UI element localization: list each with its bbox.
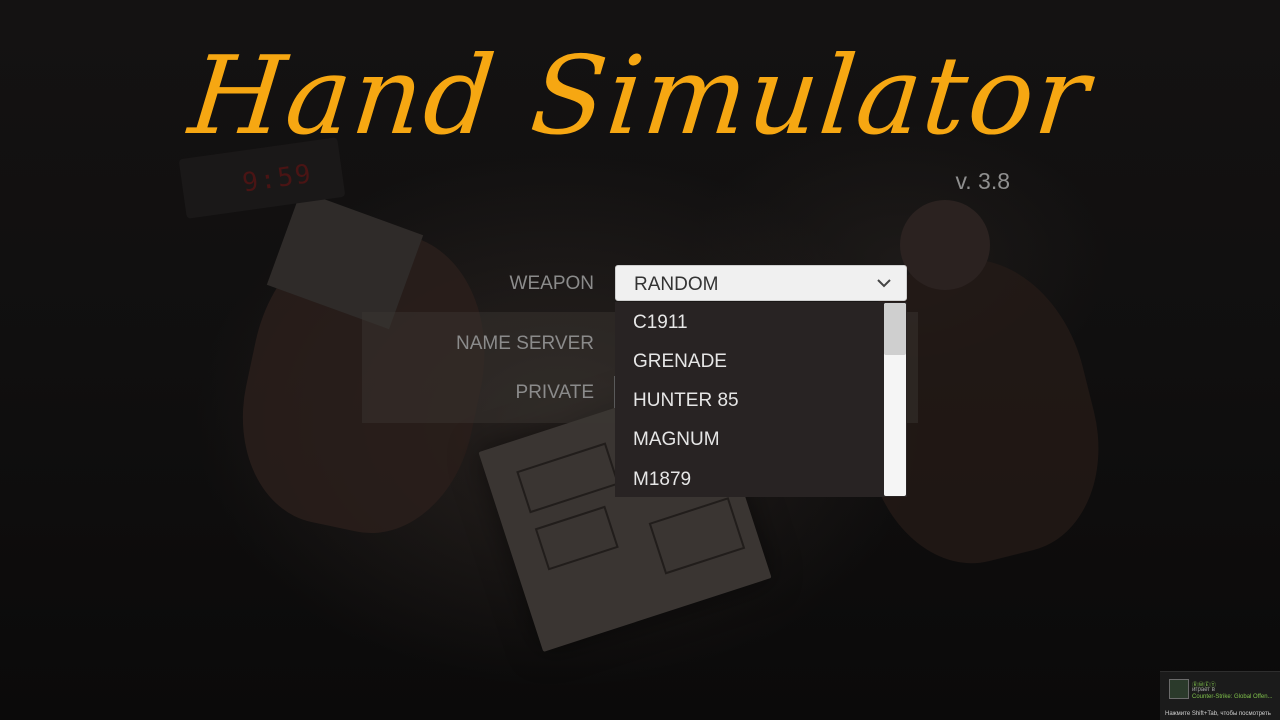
weapon-select[interactable]: RANDOM	[615, 265, 907, 301]
chevron-down-icon	[877, 279, 891, 288]
weapon-label: WEAPON	[509, 273, 594, 294]
overlay-notification[interactable]: ⓇⓌⒺⓉ играет в Counter-Strike: Global Off…	[1160, 671, 1280, 720]
overlay-hint: Нажмите Shift+Tab, чтобы посмотреть	[1165, 711, 1271, 717]
weapon-option-c1911[interactable]: C1911	[633, 312, 688, 334]
background-plate	[900, 200, 990, 290]
dropdown-scrollbar[interactable]	[884, 303, 906, 496]
weapon-dropdown-list: C1911 GRENADE HUNTER 85 MAGNUM M1879	[615, 302, 907, 497]
private-label: PRIVATE	[515, 382, 594, 403]
version-label: v. 3.8	[955, 168, 1010, 194]
weapon-option-m1879[interactable]: M1879	[633, 469, 691, 491]
name-server-label: NAME SERVER	[456, 333, 594, 354]
weapon-option-magnum[interactable]: MAGNUM	[633, 429, 720, 451]
paper-box	[534, 505, 619, 571]
avatar	[1169, 679, 1189, 699]
weapon-select-value: RANDOM	[634, 274, 719, 295]
friend-game: Counter-Strike: Global Offen...	[1192, 694, 1273, 700]
weapon-option-hunter-85[interactable]: HUNTER 85	[633, 390, 739, 412]
game-main-menu: 9:59 Hand Simulator v. 3.8 WEAPON NAME S…	[0, 0, 1280, 720]
weapon-option-grenade[interactable]: GRENADE	[633, 351, 727, 373]
paper-box	[516, 442, 620, 514]
dropdown-scrollbar-thumb[interactable]	[884, 303, 906, 355]
game-title: Hand Simulator	[183, 34, 1097, 159]
friend-status: играет в	[1192, 687, 1215, 693]
paper-box	[648, 497, 746, 575]
